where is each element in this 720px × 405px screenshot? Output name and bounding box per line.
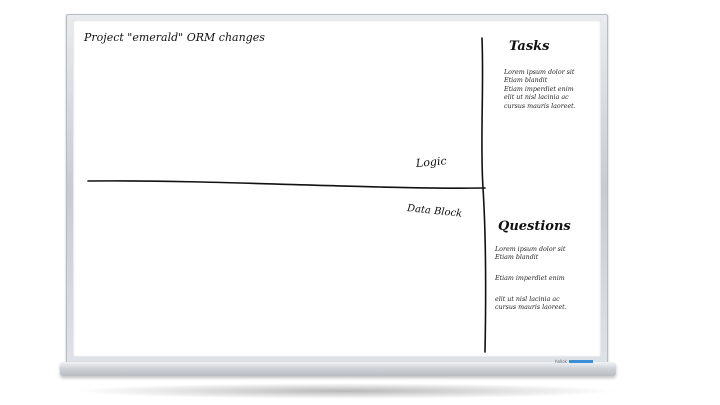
question-line: cursus mauris laoreet. bbox=[495, 304, 567, 312]
question-line: Etiam blandit bbox=[495, 254, 539, 262]
tasks-heading: Tasks bbox=[509, 39, 550, 54]
task-line: Etiam imperdiet enim bbox=[504, 85, 574, 93]
task-line: Lorem ipsum dolor sit bbox=[504, 69, 575, 76]
question-line: Lorem ipsum dolor sit bbox=[495, 246, 566, 253]
logic-label: Logic bbox=[415, 154, 448, 170]
horizontal-divider-line bbox=[87, 180, 486, 190]
question-group: Etiam imperdiet enim bbox=[495, 275, 565, 283]
vertical-divider-line bbox=[481, 37, 487, 353]
board-title: Project "emerald" ORM changes bbox=[84, 31, 265, 44]
question-line: elit ut nisl lacinia ac bbox=[495, 296, 560, 303]
question-group: elit ut nisl lacinia ac cursus mauris la… bbox=[495, 296, 567, 313]
whiteboard-scene: hallok Project "emerald" ORM changes Log… bbox=[0, 0, 720, 405]
question-group: Lorem ipsum dolor sit Etiam blandit bbox=[495, 246, 565, 263]
question-line: Etiam imperdiet enim bbox=[495, 275, 565, 282]
tasks-list: Lorem ipsum dolor sit Etiam blandit Etia… bbox=[504, 69, 576, 111]
questions-heading: Questions bbox=[498, 219, 571, 234]
task-line: Etiam blandit bbox=[504, 77, 548, 85]
task-line: cursus mauris laoreet. bbox=[504, 102, 576, 110]
task-line: elit ut nisl lacinia ac bbox=[504, 94, 569, 102]
ink-lines bbox=[87, 37, 487, 353]
